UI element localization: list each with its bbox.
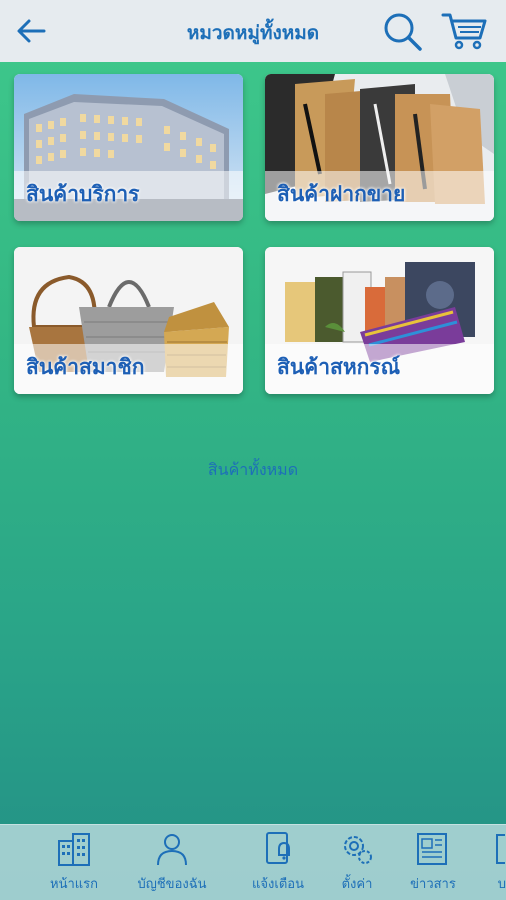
category-label: สินค้าฝากขาย [277,182,406,206]
page-title: หมวดหมู่ทั้งหมด [186,22,320,44]
category-card-members[interactable]: สินค้าสมาชิก [14,247,243,394]
nav-label: หน้าแรก [50,877,98,892]
category-card-services[interactable]: สินค้าบริการ [14,74,243,221]
category-card-consignment[interactable]: สินค้าฝากขาย [265,74,494,221]
nav-label: บ [497,877,506,892]
more-icon [496,834,505,864]
bottom-navigation: หน้าแรก บัญชีของฉัน แจ้งเตือน ตั้งค่า ข่… [0,824,506,900]
nav-label: ตั้งค่า [341,877,373,892]
nav-item-news[interactable]: ข่าวสาร [393,831,473,899]
nav-label: บัญชีของฉัน [137,877,207,892]
search-button[interactable] [380,10,424,52]
cart-button[interactable] [440,10,488,52]
category-card-cooperative[interactable]: สินค้าสหกรณ์ [265,247,494,394]
search-icon [384,13,422,51]
top-app-bar: หมวดหมู่ทั้งหมด [0,0,506,62]
category-label: สินค้าบริการ [26,182,140,206]
category-label: สินค้าสหกรณ์ [277,355,401,379]
user-icon [157,834,187,866]
nav-item-account[interactable]: บัญชีของฉัน [132,831,212,899]
notification-icon [266,832,290,864]
nav-item-more[interactable]: บ [466,831,506,899]
building-icon [58,833,90,866]
nav-label: แจ้งเตือน [252,877,304,892]
all-products-link[interactable]: สินค้าทั้งหมด [0,458,506,483]
nav-item-settings[interactable]: ตั้งค่า [317,831,397,899]
nav-item-home[interactable]: หน้าแรก [34,831,114,899]
nav-label: ข่าวสาร [410,877,456,892]
category-label: สินค้าสมาชิก [26,355,145,379]
cart-icon [441,13,487,50]
news-icon [417,833,447,865]
nav-item-notifications[interactable]: แจ้งเตือน [238,831,318,899]
settings-icon [344,836,372,864]
